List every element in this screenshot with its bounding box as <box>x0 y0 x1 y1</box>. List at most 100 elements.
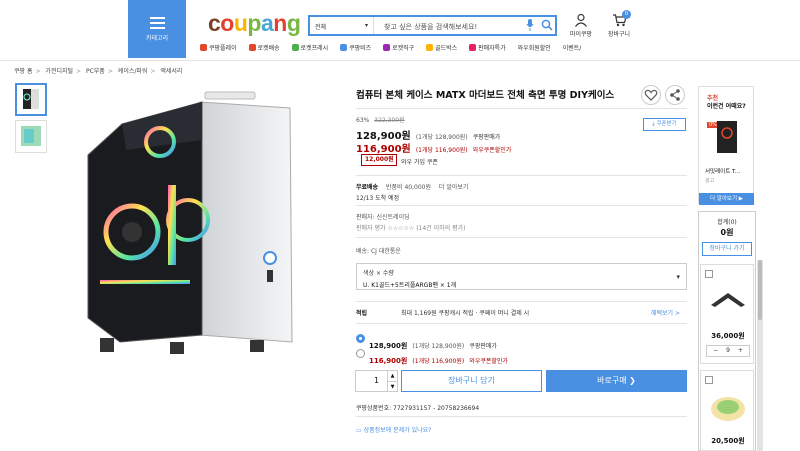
quick-link-seller-sale[interactable]: 판매자특가 <box>469 43 506 52</box>
quick-link-rocket[interactable]: 로켓배송 <box>248 43 280 52</box>
divider <box>356 323 687 324</box>
option-radio-normal[interactable] <box>356 334 365 343</box>
mic-icon[interactable] <box>526 19 534 31</box>
product-main-image[interactable] <box>60 80 340 360</box>
seller-name[interactable]: 판매자: 신신트레이딩 <box>356 212 410 221</box>
delivery-carrier: 배송: CJ 대한통운 <box>356 248 401 255</box>
plus-icon[interactable]: + <box>738 347 743 354</box>
category-label: 카테고리 <box>145 35 169 42</box>
thumbnail-2[interactable] <box>15 120 47 153</box>
divider <box>356 416 687 417</box>
quick-links: 쿠팡플레이 로켓배송 로켓프레시 쿠팡비즈 로켓직구 골드박스 판매자특가 와우… <box>200 43 591 54</box>
quick-link-play[interactable]: 쿠팡플레이 <box>200 43 237 52</box>
discount-rate: 63% <box>356 117 370 124</box>
rec-item-price: 36,000원 <box>711 332 745 340</box>
search-input[interactable]: 찾고 싶은 상품을 검색해보세요! <box>384 22 477 32</box>
price-discount-row: 63% 322,300원 <box>356 115 405 124</box>
thumbnail-image <box>23 89 39 109</box>
rec-quantity-value: 9 <box>726 347 730 354</box>
breadcrumb-item[interactable]: PC부품 <box>86 68 105 75</box>
benefit-link[interactable]: 혜택보기 > <box>651 308 680 317</box>
quick-link-event[interactable]: 이벤트/ <box>563 43 582 52</box>
search-bar: 전체 ▾ 찾고 싶은 상품을 검색해보세요! <box>308 15 557 36</box>
shipping-more-link[interactable]: 더 알아보기 <box>439 184 469 191</box>
divider <box>356 237 687 238</box>
divider <box>356 108 687 109</box>
rocket-global-icon <box>383 44 391 51</box>
divider <box>356 301 687 302</box>
cart-count-badge: 0 <box>622 10 631 19</box>
heart-icon <box>644 89 658 101</box>
rec-item-price: 20,500원 <box>711 437 745 445</box>
breadcrumb-item[interactable]: 가전디지털 <box>45 68 73 75</box>
recommend-ad[interactable]: 추천 이런건 어때요? 0% 서밋레이트 T... 광고 <box>698 86 754 204</box>
coupang-logo[interactable]: coupang <box>208 10 301 37</box>
option-wow-unit: (1개당 116,900원) <box>412 358 465 365</box>
rec-item-1[interactable]: 36,000원 − 9 + <box>700 264 754 364</box>
rec-checkbox[interactable] <box>705 270 713 278</box>
product-title: 컴퓨터 본체 케이스 MATX 마더보드 전체 측면 투명 DIY케이스 <box>356 90 615 101</box>
go-to-cart-button[interactable]: 장바구니 가기 <box>702 242 752 256</box>
buy-now-button[interactable]: 바로구매 ❯ <box>546 370 687 392</box>
ad-product-image <box>717 121 737 153</box>
breadcrumb-item[interactable]: 케이스/파워 <box>118 68 148 75</box>
share-button[interactable] <box>665 85 685 105</box>
user-icon <box>575 13 587 27</box>
breadcrumb-item[interactable]: 액세서리 <box>160 68 182 75</box>
breadcrumb: 쿠팡 홈 > 가전디지털 > PC부품 > 케이스/파워 > 액세서리 <box>14 68 183 75</box>
chat-icon: ▭ <box>356 427 362 434</box>
rec-item-image <box>711 397 745 421</box>
search-category-select[interactable]: 전체 ▾ <box>310 17 374 34</box>
quantity-up-button[interactable]: ▲ <box>387 371 397 381</box>
play-icon <box>200 44 207 51</box>
thumbnail-1[interactable] <box>15 83 47 116</box>
wow-price-tag: 와우쿠폰할인가 <box>472 147 512 154</box>
search-icon[interactable] <box>541 19 553 31</box>
cart-button[interactable]: 장바구니 0 <box>603 10 635 38</box>
mini-cart-scrollbar[interactable] <box>757 260 763 451</box>
breadcrumb-item[interactable]: 쿠팡 홈 <box>14 68 32 75</box>
wishlist-button[interactable] <box>641 85 661 105</box>
option-value: U. K1골드+5트리플ARGB팬 × 1개 <box>363 282 457 289</box>
rec-checkbox[interactable] <box>705 376 713 384</box>
return-fee: 반품비 40,000원 <box>386 184 431 191</box>
rec-item-image <box>711 293 745 307</box>
option-radio-wow[interactable] <box>356 349 365 358</box>
quick-link-goldbox[interactable]: 골드박스 <box>426 43 457 52</box>
seller-rating: 판매자 평가 ☆☆☆☆☆ (14건 이하의 평가) <box>356 225 466 232</box>
rocket-fresh-icon <box>291 44 299 51</box>
report-issue-link[interactable]: ▭ 상품정보에 문제가 있나요? <box>356 425 431 434</box>
header-divider <box>0 60 800 61</box>
rec-item-2[interactable]: 20,500원 <box>700 370 754 451</box>
cart-total-label: 합계(0) <box>717 219 737 226</box>
wow-unit-price: (1개당 116,900원) <box>415 147 468 154</box>
divider <box>356 205 687 206</box>
coupon-note: 와우 가입 쿠폰 <box>401 159 438 166</box>
option-wow-row: 116,900원 (1개당 116,900원) 와우쿠폰할인가 <box>369 348 508 367</box>
coupon-amount-tag[interactable]: 12,000원 <box>361 154 397 166</box>
quick-link-fresh[interactable]: 로켓프레시 <box>291 43 328 52</box>
quick-link-biz[interactable]: 쿠팡비즈 <box>340 43 371 52</box>
category-menu-button[interactable]: 카테고리 <box>128 0 186 58</box>
quantity-stepper[interactable]: 1 ▲ ▼ <box>355 370 398 392</box>
biz-icon <box>340 44 348 51</box>
option-select[interactable]: 색상 × 수량 U. K1골드+5트리플ARGB팬 × 1개 ▾ <box>356 263 687 290</box>
add-to-cart-button[interactable]: 장바구니 담기 <box>401 370 542 392</box>
hamburger-icon <box>149 17 165 29</box>
my-coupang-button[interactable]: 마이쿠팡 <box>565 13 597 38</box>
quick-link-global[interactable]: 로켓직구 <box>383 43 414 52</box>
sale-icon <box>469 44 477 51</box>
quantity-down-button[interactable]: ▼ <box>387 381 397 391</box>
benefit-text: 최대 1,169원 쿠팡캐시 적립 · 쿠페이 머니 결제 시 <box>401 310 530 317</box>
ad-product-name: 서밋레이트 T... <box>705 169 741 175</box>
minus-icon[interactable]: − <box>713 347 718 354</box>
original-price: 322,300원 <box>374 117 405 124</box>
arrival-date: 12/13 도착 예정 <box>356 195 400 202</box>
coupon-download-button[interactable]: ⤓ 쿠폰받기 <box>643 118 686 131</box>
ad-more-button[interactable]: 더 알아보기 ▶ <box>699 193 754 205</box>
goldbox-icon <box>426 44 434 51</box>
quantity-value: 1 <box>373 376 380 385</box>
divider <box>356 175 687 176</box>
quick-link-wow[interactable]: 와우회원할인 <box>518 43 551 52</box>
rec-quantity-stepper[interactable]: − 9 + <box>706 345 750 357</box>
